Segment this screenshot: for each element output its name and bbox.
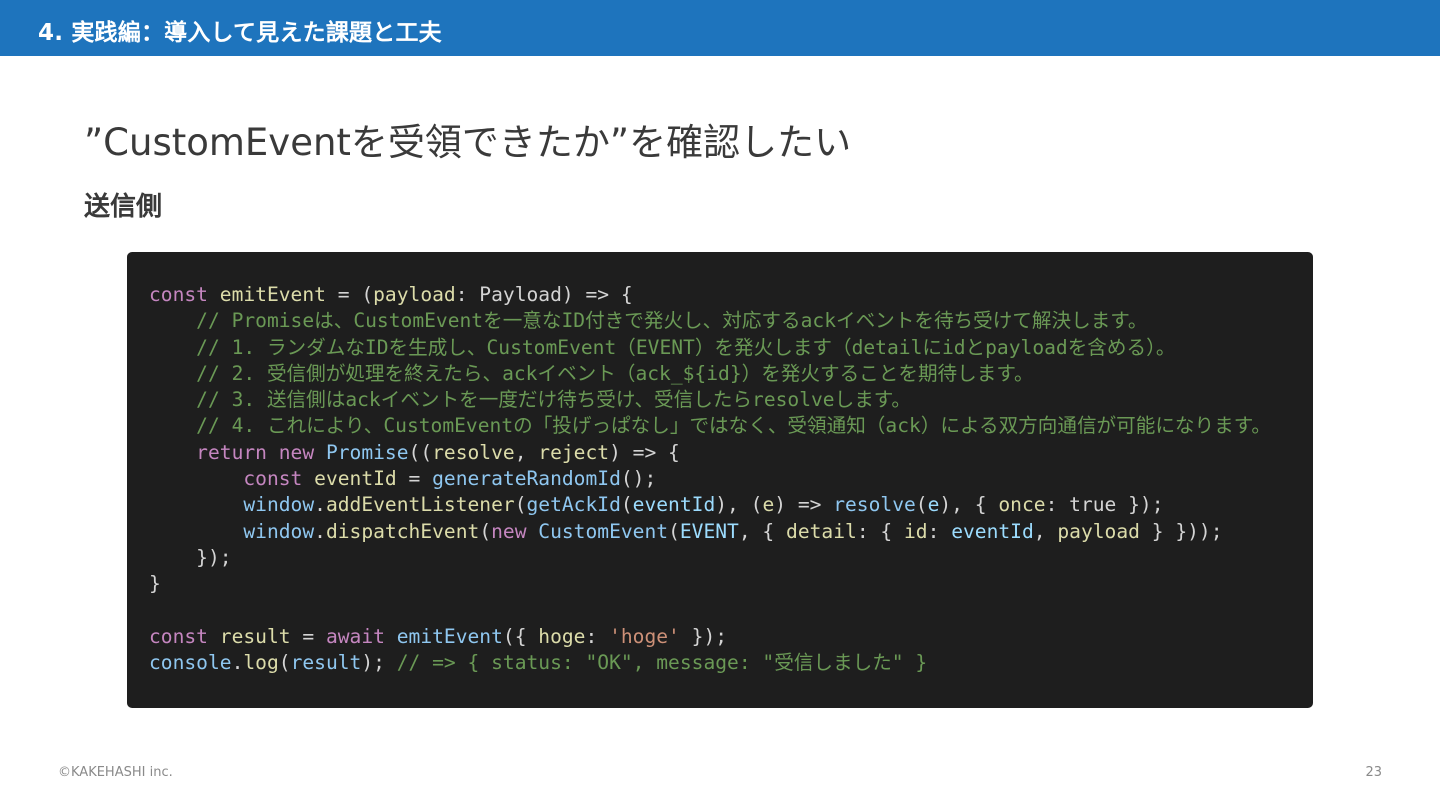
code-token: once <box>998 493 1046 517</box>
code-token: // 3. 送信側はackイベントを一度だけ待ち受け、受信したらresolveし… <box>149 388 912 412</box>
code-token: = <box>290 624 326 648</box>
code-token: . <box>314 519 326 543</box>
code-token: : true }); <box>1045 493 1164 517</box>
code-token: ); <box>361 651 397 675</box>
code-token: e <box>927 493 940 517</box>
code-token: new <box>278 440 326 464</box>
code-token: ( <box>278 651 291 675</box>
code-token: . <box>314 493 326 517</box>
code-token: (); <box>620 467 657 491</box>
header-title: 4. 実践編：導入して見えた課題と工夫 <box>38 20 442 46</box>
code-token: result <box>290 651 362 675</box>
code-token: reject <box>538 440 610 464</box>
footer-copyright: ©KAKEHASHI inc. <box>58 765 173 780</box>
code-token: eventId <box>314 467 397 491</box>
code-token: resolve <box>833 493 916 517</box>
code-token: // => { status: "OK", message: "受信しました" … <box>396 651 928 675</box>
code-token: const <box>149 467 315 491</box>
code-token: ) => <box>774 493 834 517</box>
code-token: getAckId <box>526 493 621 517</box>
code-token: console <box>149 651 232 675</box>
code-token: } <box>149 572 161 596</box>
code-line: }); <box>149 545 1313 571</box>
code-token: Promise <box>325 440 409 464</box>
code-token: ) => { <box>609 440 680 464</box>
code-token: . <box>231 651 244 675</box>
code-line: window.dispatchEvent(new CustomEvent(EVE… <box>149 519 1313 545</box>
code-token: id <box>904 519 928 543</box>
code-token: resolve <box>432 440 515 464</box>
code-token: eventId <box>632 493 716 517</box>
code-line: // 4. これにより、CustomEventの「投げっぱなし」ではなく、受領通… <box>149 413 1313 439</box>
code-token: log <box>243 651 279 675</box>
code-token: : Payload) => { <box>455 283 633 306</box>
code-token: (( <box>408 440 433 464</box>
code-token: result <box>219 624 291 648</box>
code-token: , { <box>738 519 787 543</box>
code-token: return <box>149 440 279 464</box>
code-token: e <box>762 493 775 517</box>
code-token: hoge <box>538 624 586 648</box>
code-token: // 1. ランダムなIDを生成し、CustomEvent（EVENT）を発火し… <box>149 335 1176 359</box>
code-line: window.addEventListener(getAckId(eventId… <box>149 492 1313 518</box>
code-token: }); <box>679 624 728 648</box>
code-token: : { <box>856 519 904 543</box>
code-token: , <box>1033 519 1058 543</box>
code-token: 'hoge' <box>609 624 680 648</box>
code-token: await <box>325 624 397 648</box>
code-token: const <box>149 283 220 306</box>
page-number: 23 <box>1365 765 1382 780</box>
code-token: = ( <box>325 283 374 306</box>
code-token: ({ <box>502 624 539 648</box>
code-token: ), ( <box>715 493 763 517</box>
code-token: addEventListener <box>325 493 515 517</box>
code-token: ), { <box>939 493 999 517</box>
code-token: : <box>927 519 952 543</box>
code-token: payload <box>373 283 456 306</box>
code-lines: const emitEvent = (payload: Payload) => … <box>149 282 1313 676</box>
code-token: // 2. 受信側が処理を終えたら、ackイベント（ack_${id}）を発火す… <box>149 361 1034 385</box>
code-line: // 2. 受信側が処理を終えたら、ackイベント（ack_${id}）を発火す… <box>149 361 1313 387</box>
code-token: dispatchEvent <box>325 519 480 543</box>
code-line: const eventId = generateRandomId(); <box>149 466 1313 492</box>
code-token: new <box>491 519 539 543</box>
code-line: // 1. ランダムなIDを生成し、CustomEvent（EVENT）を発火し… <box>149 335 1313 361</box>
code-token: const <box>149 624 220 648</box>
code-token: ( <box>479 519 492 543</box>
code-token: }); <box>149 545 232 569</box>
code-token: window <box>149 493 315 517</box>
code-token: payload <box>1057 519 1140 543</box>
code-token: generateRandomId <box>432 467 621 491</box>
section-label: 送信側 <box>84 192 163 222</box>
code-token: : <box>585 624 610 648</box>
code-token: window <box>149 519 315 543</box>
code-token: CustomEvent <box>538 519 669 543</box>
code-line: const emitEvent = (payload: Payload) => … <box>149 282 1313 308</box>
code-token: EVENT <box>679 519 739 543</box>
code-line: console.log(result); // => { status: "OK… <box>149 650 1313 676</box>
code-token: // 4. これにより、CustomEventの「投げっぱなし」ではなく、受領通… <box>149 414 1271 438</box>
header-bar: 4. 実践編：導入して見えた課題と工夫 <box>0 0 1440 56</box>
code-token: = <box>396 467 433 491</box>
code-token: emitEvent <box>396 624 503 648</box>
code-block: const emitEvent = (payload: Payload) => … <box>127 252 1313 708</box>
code-line: return new Promise((resolve, reject) => … <box>149 440 1313 466</box>
code-token: detail <box>786 519 857 543</box>
code-token: , <box>514 440 539 464</box>
slide-title: ”CustomEventを受領できたか”を確認したい <box>84 121 852 164</box>
code-line: } <box>149 571 1313 597</box>
code-token: } })); <box>1139 519 1223 543</box>
code-line: // 3. 送信側はackイベントを一度だけ待ち受け、受信したらresolveし… <box>149 387 1313 413</box>
code-line: const result = await emitEvent({ hoge: '… <box>149 624 1313 650</box>
code-line: // Promiseは、CustomEventを一意なID付きで発火し、対応する… <box>149 308 1313 334</box>
code-token: eventId <box>951 519 1034 543</box>
code-token: ( <box>514 493 527 517</box>
code-token: ( <box>668 519 680 543</box>
code-token: ( <box>620 493 633 517</box>
code-token: emitEvent <box>219 283 326 306</box>
code-token: // Promiseは、CustomEventを一意なID付きで発火し、対応する… <box>149 309 1148 333</box>
code-token: ( <box>915 493 928 517</box>
